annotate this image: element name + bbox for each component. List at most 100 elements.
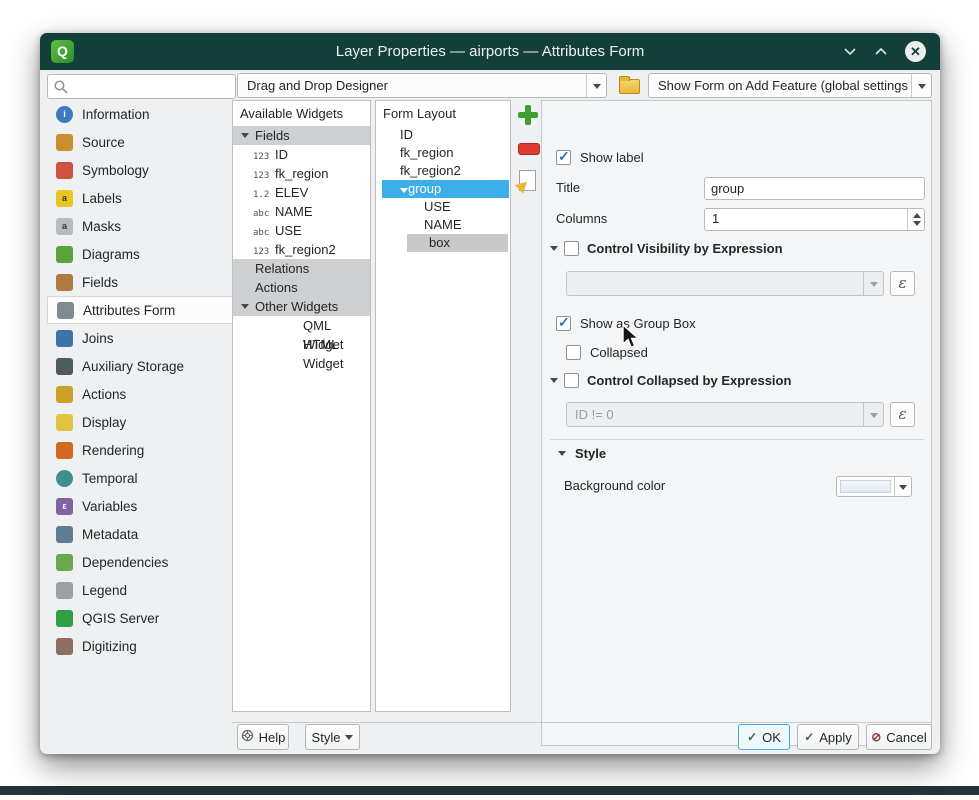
sidebar-item-label: Fields xyxy=(82,275,118,290)
tree-category-relations[interactable]: Relations xyxy=(233,259,370,278)
section-collapse-icon[interactable] xyxy=(550,246,558,251)
collapsed-expression-combo[interactable]: ID != 0 xyxy=(566,402,884,427)
collapse-icon[interactable] xyxy=(241,304,249,309)
show-label-checkbox[interactable] xyxy=(556,150,571,165)
sidebar-item-fields[interactable]: Fields xyxy=(47,268,233,296)
window-title: Layer Properties — airports — Attributes… xyxy=(40,33,940,70)
chevron-down-icon xyxy=(345,735,353,740)
sidebar-item-attributes-form[interactable]: Attributes Form xyxy=(47,296,233,324)
sidebar-item-variables[interactable]: εVariables xyxy=(47,492,233,520)
epsilon-icon: ε xyxy=(898,405,906,423)
window-close-button[interactable]: ✕ xyxy=(905,41,926,62)
spin-down-icon[interactable] xyxy=(913,221,921,226)
spin-up-icon[interactable] xyxy=(913,213,921,218)
sidebar-item-temporal[interactable]: Temporal xyxy=(47,464,233,492)
sidebar-item-diagrams[interactable]: Diagrams xyxy=(47,240,233,268)
background-color-button[interactable] xyxy=(836,476,912,497)
tree-item-fk-region[interactable]: 123fk_region xyxy=(233,164,370,183)
tree-category-fields[interactable]: Fields xyxy=(233,126,370,145)
sidebar-search[interactable] xyxy=(47,74,236,99)
layout-item-use[interactable]: USE xyxy=(376,198,510,216)
tree-item-elev[interactable]: 1.2ELEV xyxy=(233,183,370,202)
window-shade-icon[interactable] xyxy=(843,47,857,56)
sidebar-item-masks[interactable]: aMasks xyxy=(47,212,233,240)
available-widgets-panel: Available Widgets Fields 123ID 123fk_reg… xyxy=(232,100,371,712)
sidebar-item-display[interactable]: Display xyxy=(47,408,233,436)
layout-item-group-selected[interactable]: group xyxy=(382,180,509,198)
taskbar-edge xyxy=(0,786,979,795)
sidebar-item-qgis-server[interactable]: QGIS Server xyxy=(47,604,233,632)
sidebar-item-label: Actions xyxy=(82,387,126,402)
edit-widget-button[interactable] xyxy=(516,168,540,192)
layout-item-fk-region[interactable]: fk_region xyxy=(376,144,510,162)
titlebar[interactable]: Q Layer Properties — airports — Attribut… xyxy=(40,33,940,70)
sidebar-item-legend[interactable]: Legend xyxy=(47,576,233,604)
title-input[interactable] xyxy=(704,177,925,200)
apply-button[interactable]: ✓ Apply xyxy=(797,724,859,750)
available-widgets-title: Available Widgets xyxy=(233,101,370,126)
collapsed-checkbox[interactable] xyxy=(566,345,581,360)
sidebar-item-joins[interactable]: Joins xyxy=(47,324,233,352)
ok-button[interactable]: ✓ OK xyxy=(738,724,790,750)
check-icon: ✓ xyxy=(804,730,814,744)
form-settings-icon xyxy=(619,79,640,94)
visibility-expression-builder-button[interactable]: ε xyxy=(890,271,915,296)
show-as-group-box-checkbox[interactable] xyxy=(556,316,571,331)
collapsed-expression-builder-button[interactable]: ε xyxy=(890,402,915,427)
style-section-title: Style xyxy=(575,446,606,461)
section-collapse-icon[interactable] xyxy=(550,378,558,383)
search-input[interactable] xyxy=(72,76,232,97)
layout-item-box[interactable]: box xyxy=(376,234,510,252)
window-maximize-icon[interactable] xyxy=(874,47,888,56)
layout-item-fk-region2[interactable]: fk_region2 xyxy=(376,162,510,180)
control-collapsed-checkbox[interactable] xyxy=(564,373,579,388)
sidebar-item-dependencies[interactable]: Dependencies xyxy=(47,548,233,576)
tree-item-name[interactable]: abcNAME xyxy=(233,202,370,221)
form-settings-button[interactable] xyxy=(616,73,643,100)
sidebar-item-label: Legend xyxy=(82,583,127,598)
spin-buttons[interactable] xyxy=(907,209,924,230)
attributes-form-icon xyxy=(57,302,74,319)
form-open-behavior-combo[interactable]: Show Form on Add Feature (global setting… xyxy=(648,73,932,98)
visibility-expression-combo[interactable] xyxy=(566,271,884,296)
title-label: Title xyxy=(556,180,580,195)
chevron-down-icon xyxy=(911,74,931,97)
tree-item-use[interactable]: abcUSE xyxy=(233,221,370,240)
display-icon xyxy=(56,414,73,431)
tree-category-other-widgets[interactable]: Other Widgets xyxy=(233,297,370,316)
sidebar-item-labels[interactable]: aLabels xyxy=(47,184,233,212)
tree-item-fk-region2[interactable]: 123fk_region2 xyxy=(233,240,370,259)
sidebar-item-label: Attributes Form xyxy=(83,303,175,318)
section-collapse-icon[interactable] xyxy=(558,451,566,456)
background-color-label: Background color xyxy=(564,478,665,493)
tree-item-qml-widget[interactable]: QML Widget xyxy=(233,316,370,335)
help-button[interactable]: Help xyxy=(237,724,289,750)
control-visibility-checkbox[interactable] xyxy=(564,241,579,256)
sidebar-item-digitizing[interactable]: Digitizing xyxy=(47,632,233,660)
sidebar-item-information[interactable]: iInformation xyxy=(47,100,233,128)
joins-icon xyxy=(56,330,73,347)
footer-divider xyxy=(232,722,932,723)
tree-category-actions[interactable]: Actions xyxy=(233,278,370,297)
layout-item-name[interactable]: NAME xyxy=(376,216,510,234)
columns-spinbox[interactable]: 1 xyxy=(704,208,925,231)
sidebar-item-label: Information xyxy=(82,107,150,122)
tree-item-id[interactable]: 123ID xyxy=(233,145,370,164)
sidebar-item-auxiliary-storage[interactable]: Auxiliary Storage xyxy=(47,352,233,380)
remove-widget-button[interactable] xyxy=(516,136,540,160)
tree-item-html-widget[interactable]: HTML Widget xyxy=(233,335,370,354)
sidebar: iInformation Source Symbology aLabels aM… xyxy=(47,100,233,746)
sidebar-item-rendering[interactable]: Rendering xyxy=(47,436,233,464)
cancel-button[interactable]: ⊘ Cancel xyxy=(866,724,932,750)
designer-mode-combo[interactable]: Drag and Drop Designer xyxy=(237,73,607,98)
add-widget-button[interactable] xyxy=(516,103,540,127)
sidebar-item-metadata[interactable]: Metadata xyxy=(47,520,233,548)
sidebar-item-symbology[interactable]: Symbology xyxy=(47,156,233,184)
sidebar-item-source[interactable]: Source xyxy=(47,128,233,156)
layout-item-id[interactable]: ID xyxy=(376,126,510,144)
style-menu-button[interactable]: Style xyxy=(305,724,360,750)
collapse-icon[interactable] xyxy=(241,133,249,138)
collapse-icon[interactable] xyxy=(400,188,408,193)
sidebar-item-actions[interactable]: Actions xyxy=(47,380,233,408)
group-properties-panel: Show label Title Columns 1 Control Visib… xyxy=(541,100,932,746)
